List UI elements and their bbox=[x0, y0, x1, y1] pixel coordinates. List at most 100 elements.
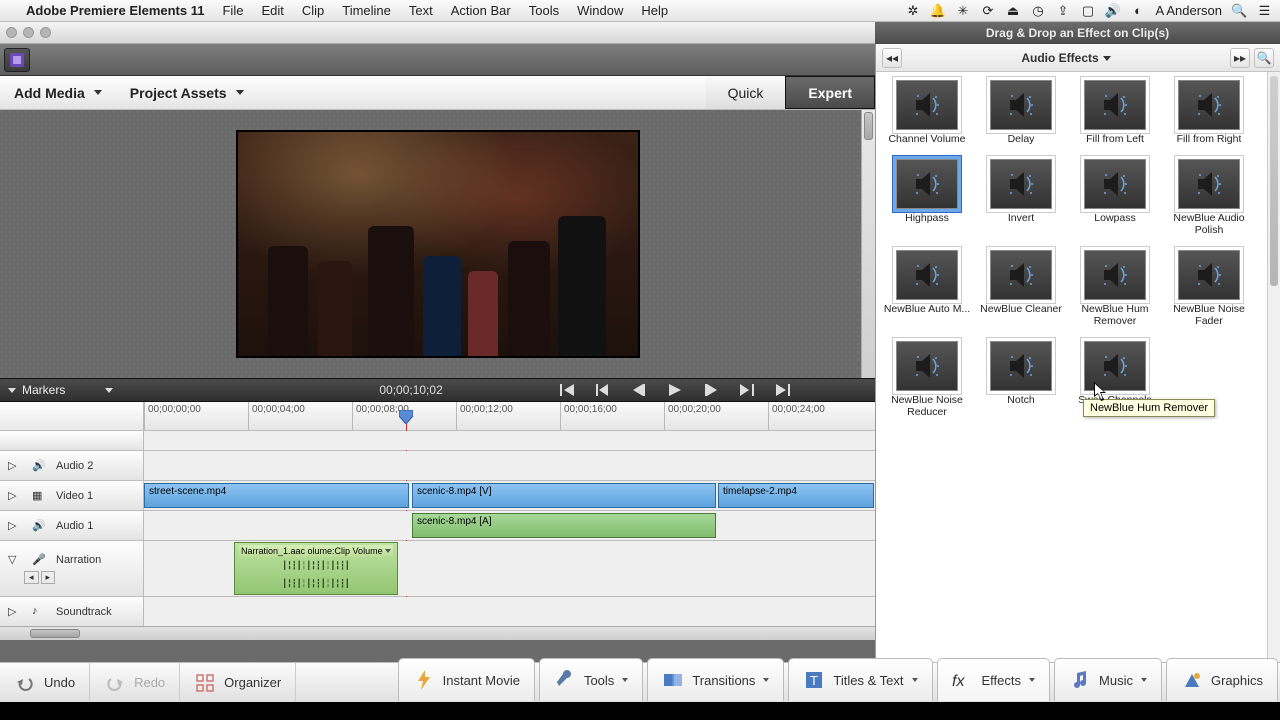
undo-button[interactable]: Undo bbox=[0, 663, 90, 702]
toggle-icon[interactable]: ▷ bbox=[8, 605, 22, 619]
track-head-soundtrack[interactable]: ▷ ♪ Soundtrack bbox=[0, 597, 144, 626]
clock-icon[interactable]: ◷ bbox=[1031, 3, 1046, 18]
next-icon[interactable] bbox=[739, 383, 755, 397]
user-name[interactable]: A Anderson bbox=[1156, 3, 1223, 18]
clip-video[interactable]: scenic-8.mp4 [V] bbox=[412, 483, 716, 508]
organizer-button[interactable]: Organizer bbox=[180, 663, 296, 702]
play-icon[interactable] bbox=[667, 383, 683, 397]
menu-text[interactable]: Text bbox=[409, 3, 433, 18]
toggle-open-icon[interactable]: ▽ bbox=[8, 553, 22, 567]
nav-back-icon[interactable]: ◂◂ bbox=[882, 48, 902, 68]
effect-item[interactable]: Invert bbox=[976, 159, 1066, 236]
track-lane-audio1[interactable]: scenic-8.mp4 [A] bbox=[144, 511, 875, 540]
clip-video[interactable]: timelapse-2.mp4 bbox=[718, 483, 874, 508]
menu-window[interactable]: Window bbox=[577, 3, 623, 18]
nav-left-icon[interactable]: ◂ bbox=[24, 571, 39, 584]
track-lane[interactable] bbox=[144, 451, 875, 480]
minimize-icon[interactable] bbox=[23, 27, 34, 38]
step-fwd-icon[interactable] bbox=[703, 383, 719, 397]
film-icon[interactable]: ▦ bbox=[32, 489, 46, 503]
effects-button[interactable]: fxEffects bbox=[937, 658, 1051, 701]
app-icon-button[interactable] bbox=[4, 48, 30, 72]
effects-category[interactable]: Audio Effects bbox=[1021, 51, 1098, 65]
instant-movie-button[interactable]: Instant Movie bbox=[398, 658, 535, 701]
traffic-lights[interactable] bbox=[6, 27, 51, 38]
close-icon[interactable] bbox=[6, 27, 17, 38]
music-button[interactable]: Music bbox=[1054, 658, 1162, 701]
volume-icon[interactable]: 🔊 bbox=[1106, 3, 1121, 18]
effect-item[interactable]: Fill from Left bbox=[1070, 80, 1160, 145]
effects-scrollbar[interactable] bbox=[1267, 72, 1280, 698]
effect-item[interactable]: Fill from Right bbox=[1164, 80, 1254, 145]
effect-item[interactable]: Channel Volume bbox=[882, 80, 972, 145]
effect-item[interactable]: Notch bbox=[976, 341, 1066, 418]
mac-menubar[interactable]: Adobe Premiere Elements 11 File Edit Cli… bbox=[0, 0, 1280, 22]
eject-icon[interactable]: ⏏ bbox=[1006, 3, 1021, 18]
playhead-icon[interactable] bbox=[399, 410, 413, 424]
toggle-icon[interactable]: ▷ bbox=[8, 459, 22, 473]
effect-item[interactable]: NewBlue Auto M... bbox=[882, 250, 972, 327]
transitions-button[interactable]: Transitions bbox=[647, 658, 784, 701]
markers-label[interactable]: Markers bbox=[22, 383, 65, 397]
toggle-icon[interactable]: ▷ bbox=[8, 489, 22, 503]
speaker-icon[interactable]: 🔊 bbox=[32, 519, 46, 533]
mic-icon[interactable]: 🎤 bbox=[32, 553, 46, 567]
track-head-audio1[interactable]: ▷ 🔊 Audio 1 bbox=[0, 511, 144, 540]
effect-item[interactable]: NewBlue Cleaner bbox=[976, 250, 1066, 327]
help-icon[interactable]: ◐ bbox=[1131, 3, 1146, 18]
effect-item[interactable]: Lowpass bbox=[1070, 159, 1160, 236]
menu-action-bar[interactable]: Action Bar bbox=[451, 3, 511, 18]
menu-timeline[interactable]: Timeline bbox=[342, 3, 391, 18]
menu-tools[interactable]: Tools bbox=[529, 3, 559, 18]
battery-icon[interactable]: ▢ bbox=[1081, 3, 1096, 18]
timeline-h-scrollbar[interactable] bbox=[0, 626, 875, 640]
notifications-icon[interactable]: 🔔 bbox=[931, 3, 946, 18]
menu-clip[interactable]: Clip bbox=[302, 3, 324, 18]
nav-fwd-icon[interactable]: ▸▸ bbox=[1230, 48, 1250, 68]
effect-item[interactable]: NewBlue Hum Remover bbox=[1070, 250, 1160, 327]
redo-button[interactable]: Redo bbox=[90, 663, 180, 702]
track-lane[interactable] bbox=[144, 431, 875, 450]
speaker-icon[interactable]: 🔊 bbox=[32, 459, 46, 473]
track-head-video1[interactable]: ▷ ▦ Video 1 bbox=[0, 481, 144, 510]
track-lane-video1[interactable]: street-scene.mp4 scenic-8.mp4 [V] timela… bbox=[144, 481, 875, 510]
effect-item[interactable]: NewBlue Audio Polish bbox=[1164, 159, 1254, 236]
nav-right-icon[interactable]: ▸ bbox=[41, 571, 56, 584]
goto-out-icon[interactable] bbox=[775, 383, 791, 397]
search-icon[interactable]: 🔍 bbox=[1254, 48, 1274, 68]
track-lane-narration[interactable]: Narration_1.aac olume:Clip Volume ┃╏┇┃╎┃… bbox=[144, 541, 875, 596]
music-icon[interactable]: ♪ bbox=[32, 605, 46, 619]
effect-item[interactable]: NewBlue Noise Fader bbox=[1164, 250, 1254, 327]
app-name[interactable]: Adobe Premiere Elements 11 bbox=[26, 3, 204, 18]
mode-expert[interactable]: Expert bbox=[785, 76, 875, 109]
mode-quick[interactable]: Quick bbox=[706, 76, 786, 109]
spotlight-icon[interactable]: 🔍 bbox=[1232, 3, 1247, 18]
track-head-audio2[interactable]: ▷ 🔊 Audio 2 bbox=[0, 451, 144, 480]
clip-narration[interactable]: Narration_1.aac olume:Clip Volume ┃╏┇┃╎┃… bbox=[234, 542, 398, 595]
titles-button[interactable]: TTitles & Text bbox=[788, 658, 932, 701]
sync-icon[interactable]: ⟳ bbox=[981, 3, 996, 18]
wifi-icon[interactable]: ⇪ bbox=[1056, 3, 1071, 18]
track-head-collapsed[interactable] bbox=[0, 431, 144, 450]
track-lane[interactable] bbox=[144, 597, 875, 626]
menu-help[interactable]: Help bbox=[641, 3, 668, 18]
zoom-icon[interactable] bbox=[40, 27, 51, 38]
goto-in-icon[interactable] bbox=[559, 383, 575, 397]
project-assets-button[interactable]: Project Assets bbox=[116, 76, 258, 109]
menu-edit[interactable]: Edit bbox=[261, 3, 283, 18]
menu-extra-icon[interactable]: ✲ bbox=[906, 3, 921, 18]
clip-video[interactable]: street-scene.mp4 bbox=[144, 483, 409, 508]
toggle-icon[interactable]: ▷ bbox=[8, 519, 22, 533]
effect-item[interactable]: NewBlue Noise Reducer bbox=[882, 341, 972, 418]
time-ruler[interactable]: 00;00;00;00 00;00;04;00 00;00;08;00 00;0… bbox=[144, 402, 875, 430]
track-head-narration[interactable]: ▽ 🎤 Narration ◂ ▸ bbox=[0, 541, 144, 596]
step-back-icon[interactable] bbox=[631, 383, 647, 397]
add-media-button[interactable]: Add Media bbox=[0, 76, 116, 109]
effect-item[interactable]: Delay bbox=[976, 80, 1066, 145]
clip-audio[interactable]: scenic-8.mp4 [A] bbox=[412, 513, 716, 538]
program-monitor[interactable] bbox=[238, 132, 638, 356]
menu-extra2-icon[interactable]: ✳ bbox=[956, 3, 971, 18]
tools-button[interactable]: Tools bbox=[539, 658, 643, 701]
prev-icon[interactable] bbox=[595, 383, 611, 397]
current-timecode[interactable]: 00;00;10;02 bbox=[379, 383, 442, 397]
